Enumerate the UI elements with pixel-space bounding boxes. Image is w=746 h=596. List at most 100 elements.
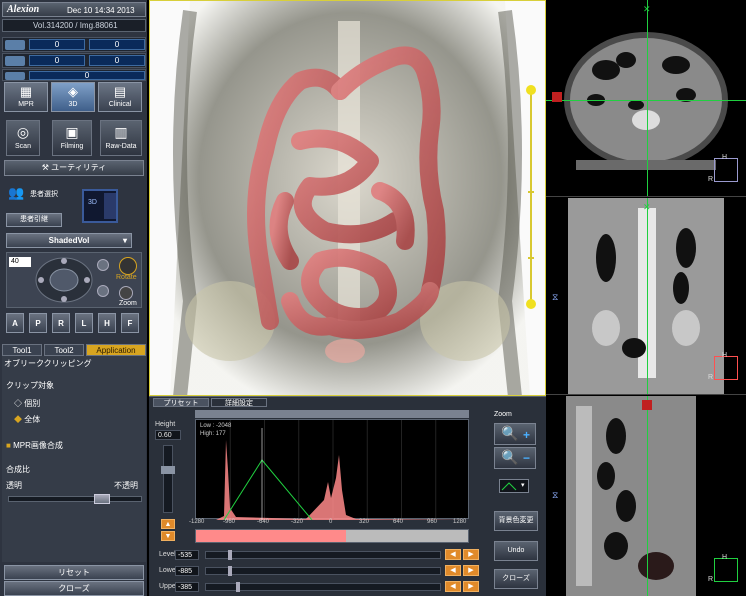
mode-clinical-button[interactable]: ▤ Clinical — [98, 82, 142, 112]
patient-select-group: 👥 患者選択 — [6, 183, 66, 213]
mini-3d-view[interactable]: 3D — [82, 189, 118, 223]
xtick: -1280 — [189, 519, 205, 525]
mode-mpr-button[interactable]: ▦ MPR — [4, 82, 48, 112]
hist-scrollbar[interactable] — [195, 410, 469, 418]
chevron-down-icon: ▾ — [122, 236, 127, 245]
lower-value[interactable]: -885 — [175, 566, 199, 576]
lower-right-button[interactable]: ▶ — [463, 565, 479, 576]
rotate-pad[interactable]: 40 Rotate Zoom — [6, 252, 142, 308]
level-left-button[interactable]: ◀ — [445, 549, 461, 560]
radio-icon: ◇ — [14, 399, 25, 408]
upper-left-button[interactable]: ◀ — [445, 581, 461, 592]
sagittal-top-marker-icon[interactable] — [642, 400, 652, 410]
clip-tick — [528, 257, 534, 259]
xtick: 0 — [329, 519, 333, 525]
clip-all-option[interactable]: ◆ 全体 — [14, 414, 40, 425]
disk-counter-row: 0 0 — [2, 53, 146, 68]
volume-text: Vol.314200 / Img.88061 — [33, 21, 118, 30]
upper-value[interactable]: -385 — [175, 582, 199, 592]
ratio-slider[interactable] — [8, 494, 142, 504]
utility-button[interactable]: ⚒ ユーティリティ — [4, 160, 144, 176]
height-value[interactable]: 0.60 — [155, 430, 181, 440]
filming-button[interactable]: ▣ Filming — [52, 120, 92, 156]
mini-3d-label: 3D — [88, 199, 97, 206]
reset-button[interactable]: リセット — [4, 565, 144, 580]
height-up-button[interactable]: ▲ — [161, 519, 175, 529]
coronal-marker-icon[interactable]: ⧖ — [552, 292, 558, 303]
close-button[interactable]: クローズ — [4, 581, 144, 596]
tab-preset[interactable]: プリセット — [153, 398, 209, 407]
orient-r-button[interactable]: R — [52, 313, 70, 333]
height-down-button[interactable]: ▼ — [161, 531, 175, 541]
upper-slider[interactable] — [205, 582, 441, 592]
axial-view[interactable]: ✕ H R — [546, 0, 746, 197]
panel-close-button[interactable]: クローズ — [494, 569, 538, 589]
tab-tool2[interactable]: Tool2 — [44, 344, 84, 356]
xtick: 320 — [359, 519, 370, 525]
height-slider-thumb[interactable] — [161, 466, 175, 474]
raw-data-button[interactable]: ▥ Raw-Data — [100, 120, 142, 156]
lower-left-button[interactable]: ◀ — [445, 565, 461, 576]
sagittal-view[interactable]: ⧖ H R — [546, 396, 746, 596]
mpr-composite-checkbox[interactable]: ■ MPR画像合成 — [6, 440, 63, 451]
curve-shape-select[interactable]: ▾ — [499, 479, 529, 493]
height-slider[interactable] — [161, 445, 175, 513]
orient-p-button[interactable]: P — [29, 313, 47, 333]
rotate-joystick[interactable] — [33, 255, 95, 305]
rotate-icon[interactable] — [119, 257, 137, 275]
undo-button[interactable]: Undo — [494, 541, 538, 561]
lower-slider[interactable] — [205, 566, 441, 576]
mode-mpr-label: MPR — [18, 101, 34, 108]
histogram-area[interactable]: Low : -2048 High: 177 — [195, 419, 470, 521]
zoom-icon[interactable] — [119, 286, 133, 300]
clip-top-handle[interactable] — [526, 85, 536, 95]
clip-range-bar[interactable] — [530, 89, 532, 305]
disk-icon[interactable] — [5, 56, 25, 66]
sagittal-marker-icon[interactable]: ⧖ — [552, 490, 558, 501]
coronal-top-marker-icon[interactable]: ✕ — [643, 202, 651, 213]
clip-bottom-handle[interactable] — [526, 299, 536, 309]
mode-3d-button[interactable]: ◈ 3D — [51, 82, 95, 112]
bgcolor-button[interactable]: 背景色変更 — [494, 511, 538, 531]
rotate-ccw-icon[interactable] — [97, 259, 109, 271]
scan-button[interactable]: ◎ Scan — [6, 120, 40, 156]
orient-l-button[interactable]: L — [75, 313, 93, 333]
rotate-cw-icon[interactable] — [97, 285, 109, 297]
coronal-view[interactable]: ⧖ ✕ H R — [546, 198, 746, 395]
ratio-slider-thumb[interactable] — [94, 494, 110, 504]
logo: Alexion — [7, 4, 40, 15]
angle-input[interactable]: 40 — [9, 257, 31, 267]
level-value[interactable]: -535 — [175, 550, 199, 560]
cd-icon[interactable] — [5, 72, 25, 80]
raw-data-label: Raw-Data — [105, 143, 137, 150]
printer-icon[interactable] — [5, 40, 25, 50]
upper-right-button[interactable]: ▶ — [463, 581, 479, 592]
orient-a-button[interactable]: A — [6, 313, 24, 333]
lower-arrows: ◀ ▶ — [445, 565, 479, 576]
tab-detail[interactable]: 詳細設定 — [211, 398, 267, 407]
sagittal-h-label: H — [722, 554, 728, 561]
color-bar-range[interactable] — [196, 530, 346, 542]
orient-f-button[interactable]: F — [121, 313, 139, 333]
disk-count-b: 0 — [89, 55, 145, 66]
axial-marker-icon[interactable] — [552, 92, 562, 102]
renderer-select[interactable]: ShadedVol ▾ — [6, 233, 132, 248]
checkbox-icon: ■ — [6, 441, 14, 450]
patient-takeover-button[interactable]: 患者引継 — [6, 213, 62, 227]
zoom-out-button[interactable]: 🔍 − — [494, 447, 536, 469]
clip-individual-option[interactable]: ◇ 個別 — [14, 398, 40, 409]
axial-top-marker-icon[interactable]: ✕ — [643, 4, 651, 15]
zoom-in-button[interactable]: 🔍 + — [494, 423, 536, 445]
high-readout: High: 177 — [200, 431, 226, 437]
lower-thumb[interactable] — [228, 566, 232, 576]
level-thumb[interactable] — [228, 550, 232, 560]
level-right-button[interactable]: ▶ — [463, 549, 479, 560]
tab-tool1[interactable]: Tool1 — [2, 344, 42, 356]
upper-thumb[interactable] — [236, 582, 240, 592]
orient-h-button[interactable]: H — [98, 313, 116, 333]
color-bar[interactable] — [195, 529, 469, 543]
level-slider[interactable] — [205, 550, 441, 560]
volume-render-view[interactable] — [149, 0, 546, 396]
tab-application[interactable]: Application — [86, 344, 146, 356]
utility-label: ユーティリティ — [51, 163, 107, 172]
